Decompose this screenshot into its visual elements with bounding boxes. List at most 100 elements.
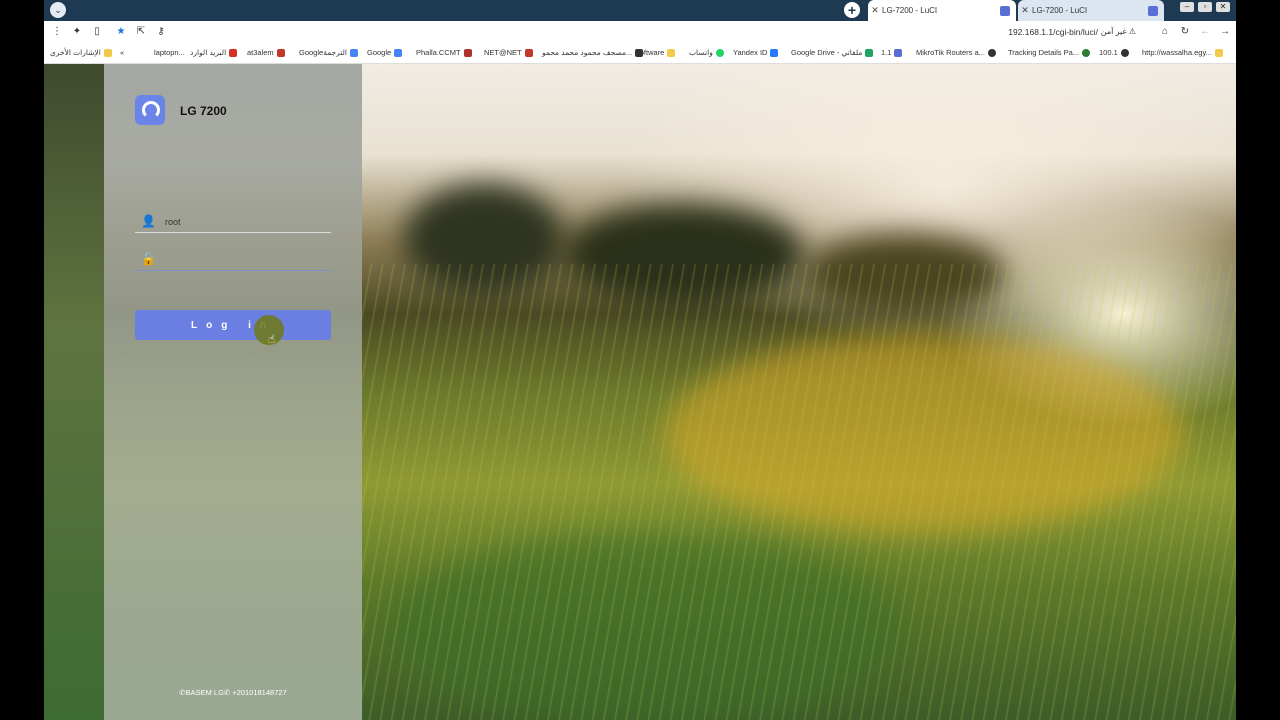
whatsapp-icon (715, 48, 724, 57)
site-icon (276, 48, 285, 57)
bookmark-label: 1.1 (881, 48, 892, 57)
folder-icon (103, 48, 112, 57)
site-icon (894, 48, 903, 57)
gmail-icon (229, 48, 238, 57)
bookmark-label: 100.1 (1099, 48, 1118, 57)
username-field: 👤 (135, 212, 331, 233)
bookmark-label: Tracking Details Pa... (1008, 48, 1079, 57)
site-icon (524, 48, 533, 57)
minimize-button[interactable]: – (1180, 2, 1194, 12)
bookmark-label: مصحف محمود محمد محمو... (542, 48, 633, 57)
share-icon[interactable]: ⇱ (134, 25, 148, 39)
login-page: LG 7200 👤 🔓 Log in ☝ ✆BASEM LG✆ +2010181… (44, 64, 1236, 720)
username-input[interactable] (163, 212, 327, 232)
drive-icon (865, 48, 874, 57)
not-secure-label: غير آمن (1100, 27, 1127, 36)
translate-icon (349, 48, 358, 57)
mikrotik-icon (987, 48, 996, 57)
bookmark-item[interactable]: مصحف محمود محمد محمو... (542, 48, 644, 57)
close-tab-icon[interactable]: ✕ (868, 5, 882, 16)
security-indicator[interactable]: غير آمن ⚠ (1101, 27, 1136, 36)
bookmark-label: Yandex ID (733, 48, 768, 57)
back-icon[interactable]: → (1218, 25, 1232, 39)
bookmark-item[interactable]: 1.1 (881, 48, 903, 57)
bookmark-label: واتساب (689, 48, 713, 57)
bookmark-item[interactable]: Yandex ID (733, 48, 779, 57)
window-controls: – ▫ ✕ (1180, 2, 1230, 12)
browser-window: ⌄ + ✕ LG-7200 - LuCI ✕ LG-7200 - LuCI – … (44, 0, 1236, 720)
background-left-strip (44, 64, 104, 720)
bookmark-item[interactable]: Googleالترجمة (299, 48, 358, 57)
bookmark-item[interactable]: Phalla.CCMT (416, 48, 472, 57)
footer-contact: ✆BASEM LG✆ +201018148727 (179, 688, 287, 697)
bookmark-item[interactable]: laptopn... (154, 48, 185, 57)
key-icon[interactable]: ⚷ (154, 25, 168, 39)
brand-logo-icon (135, 95, 165, 125)
close-tab-icon[interactable]: ✕ (1018, 5, 1032, 16)
bookmark-label: الإشارات الأخرى (50, 48, 101, 57)
tab-favicon-icon (1148, 5, 1158, 16)
url-text[interactable]: 192.168.1.1/cgi-bin/luci/ (1008, 27, 1098, 37)
grass-texture (362, 264, 1236, 720)
bookmark-item[interactable]: software (636, 48, 676, 57)
forward-icon[interactable]: ← (1198, 25, 1212, 39)
bookmark-label: Googleالترجمة (299, 48, 347, 57)
home-icon[interactable]: ⌂ (1158, 25, 1172, 39)
brand-title: LG 7200 (180, 104, 227, 118)
bookmark-star-icon[interactable]: ★ (114, 25, 128, 39)
site-icon (463, 48, 472, 57)
password-field: 🔓 (135, 250, 331, 271)
tab-title: LG-7200 - LuCI (882, 6, 938, 15)
site-icon (1082, 48, 1090, 57)
bookmark-label: laptopn... (154, 48, 185, 57)
bookmark-item[interactable]: http://wassalha.egy... (1142, 48, 1223, 57)
sidebar-icon[interactable]: ▯ (90, 25, 104, 39)
warning-icon: ⚠ (1128, 27, 1136, 36)
hand-cursor-icon: ☝ (268, 332, 276, 346)
bookmark-item[interactable]: Google (367, 48, 403, 57)
site-icon (1214, 48, 1223, 57)
login-button[interactable]: Log in (135, 310, 331, 340)
password-input[interactable] (163, 250, 327, 270)
unlock-icon: 🔓 (141, 252, 156, 266)
bookmark-label: software (636, 48, 665, 57)
bookmark-label: MikroTik Routers a... (916, 48, 985, 57)
close-window-button[interactable]: ✕ (1216, 2, 1230, 12)
tab-luci-inactive[interactable]: ✕ LG-7200 - LuCI (1018, 0, 1164, 21)
bookmark-label: Google (367, 48, 392, 57)
tab-luci-active[interactable]: ✕ LG-7200 - LuCI (868, 0, 1016, 21)
bookmark-item[interactable]: الإشارات الأخرى (50, 48, 112, 57)
folder-icon (667, 48, 676, 57)
bookmark-label: Google Drive - ملفاتي (791, 48, 863, 57)
bookmark-item[interactable]: Tracking Details Pa... (1008, 48, 1090, 57)
yandex-icon (770, 48, 779, 57)
bookmark-item[interactable]: واتساب (689, 48, 724, 57)
bookmark-item[interactable]: MikroTik Routers a... (916, 48, 996, 57)
new-tab-button[interactable]: + (844, 2, 860, 18)
bookmark-item[interactable]: البريد الوارد (190, 48, 238, 57)
maximize-button[interactable]: ▫ (1198, 2, 1212, 12)
address-toolbar: ⋮ ✦ ▯ ★ ⇱ ⚷ 192.168.1.1/cgi-bin/luci/ غي… (44, 21, 1236, 43)
bookmarks-bar: الإشارات الأخرى « laptopn... البريد الوا… (44, 43, 1236, 64)
globe-icon (1120, 48, 1129, 57)
bookmark-label: http://wassalha.egy... (1142, 48, 1212, 57)
tab-search-icon[interactable]: ⌄ (50, 2, 66, 18)
user-icon: 👤 (141, 214, 156, 228)
bookmark-item[interactable]: NET@NET (484, 48, 533, 57)
login-panel: LG 7200 👤 🔓 Log in ☝ ✆BASEM LG✆ +2010181… (104, 64, 362, 720)
bookmark-item[interactable]: Google Drive - ملفاتي (791, 48, 874, 57)
tab-favicon-icon (1000, 5, 1010, 16)
menu-dots-icon[interactable]: ⋮ (50, 25, 64, 39)
bookmarks-overflow-icon[interactable]: « (120, 48, 124, 57)
bookmark-label: at3alem (247, 48, 274, 57)
bookmark-item[interactable]: 100.1 (1099, 48, 1129, 57)
tab-strip: ⌄ + ✕ LG-7200 - LuCI ✕ LG-7200 - LuCI – … (44, 0, 1236, 21)
bookmark-label: Phalla.CCMT (416, 48, 461, 57)
google-icon (394, 48, 403, 57)
bookmark-item[interactable]: at3alem (247, 48, 285, 57)
bookmark-label: البريد الوارد (190, 48, 227, 57)
tab-title: LG-7200 - LuCI (1032, 6, 1088, 15)
extension-icon[interactable]: ✦ (70, 25, 84, 39)
reload-icon[interactable]: ↻ (1178, 25, 1192, 39)
bookmark-label: NET@NET (484, 48, 522, 57)
